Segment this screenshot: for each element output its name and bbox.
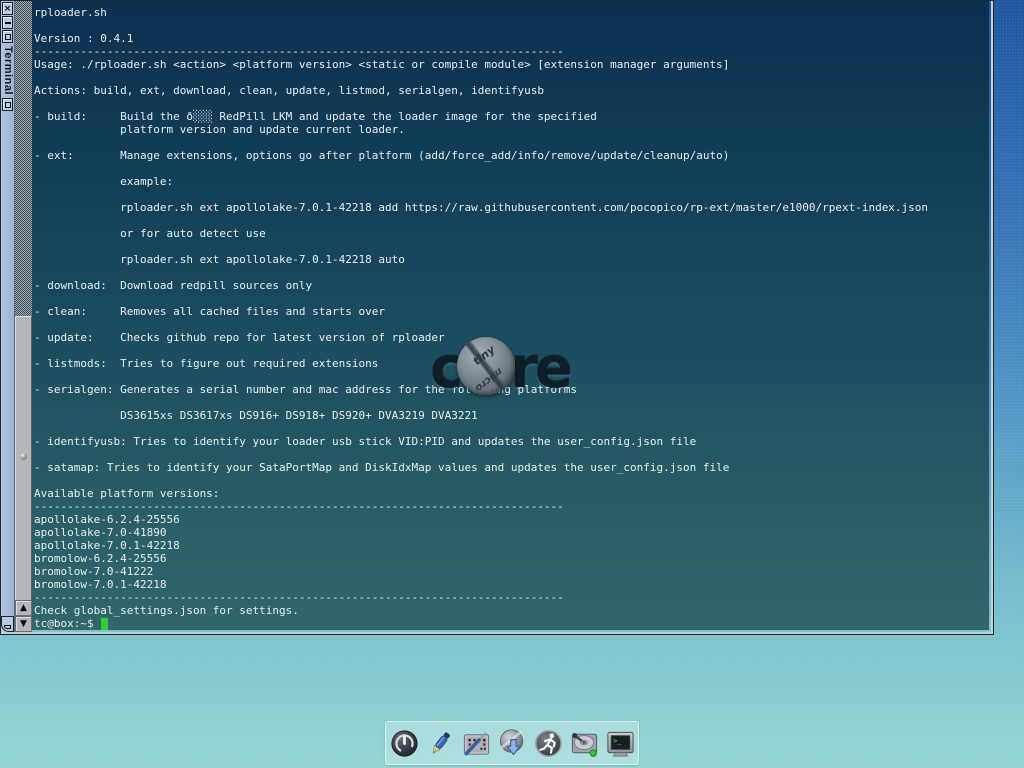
desktop: × Terminal xyxy=(0,0,1024,768)
window-frame: × Terminal xyxy=(1,1,993,634)
scroll-up-arrow[interactable]: ▲ xyxy=(15,600,32,616)
shell-prompt: tc@box:~$ xyxy=(34,617,94,630)
control-panel-icon[interactable] xyxy=(460,727,493,760)
iconify-icon xyxy=(4,625,11,629)
svg-text:>_: >_ xyxy=(613,737,622,745)
terminal-cursor xyxy=(101,618,108,630)
dock: >_ xyxy=(385,721,639,765)
window-titlebar[interactable]: × Terminal xyxy=(1,1,15,632)
close-button[interactable]: × xyxy=(2,2,13,15)
power-icon[interactable] xyxy=(388,727,421,760)
scrollbar-arrows: ▲ ▼ xyxy=(15,600,32,632)
scrollbar-dimple xyxy=(20,453,27,460)
scrollbar[interactable]: ▲ ▼ xyxy=(15,1,32,632)
maximize-button[interactable] xyxy=(2,30,13,43)
run-icon[interactable] xyxy=(532,727,565,760)
terminal-output: rploader.sh Version : 0.4.1 ------------… xyxy=(32,1,989,617)
terminal-content[interactable]: c tiny micro re rploader.sh Version : 0.… xyxy=(32,1,989,630)
pen-editor-icon[interactable] xyxy=(424,727,457,760)
scroll-down-arrow[interactable]: ▼ xyxy=(15,616,32,632)
scrollbar-thumb[interactable] xyxy=(15,316,32,601)
window-box-button[interactable] xyxy=(2,98,13,111)
mount-disk-icon[interactable] xyxy=(568,727,601,760)
terminal-window: × Terminal xyxy=(0,0,994,635)
apps-download-icon[interactable] xyxy=(496,727,529,760)
iconify-button[interactable] xyxy=(1,616,14,632)
window-title: Terminal xyxy=(2,46,14,95)
box-icon xyxy=(5,102,11,108)
terminal-icon[interactable]: >_ xyxy=(604,727,637,760)
prompt-line: tc@box:~$ xyxy=(32,617,989,630)
maximize-icon xyxy=(5,34,11,40)
shade-icon xyxy=(5,22,11,24)
shade-button[interactable] xyxy=(2,16,13,29)
